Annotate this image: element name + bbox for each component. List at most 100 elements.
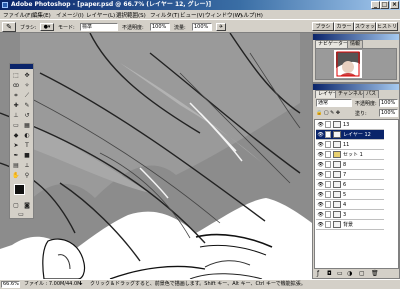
eye-icon[interactable]: 👁	[317, 182, 324, 188]
adjustment-layer-icon[interactable]: ◑	[347, 270, 352, 278]
layer-row[interactable]: 👁 6	[316, 180, 384, 190]
tab-paths[interactable]: パス	[363, 90, 380, 98]
link-cell[interactable]	[325, 201, 331, 208]
airbrush-icon[interactable]: ✈	[216, 23, 226, 31]
brush-tool-icon[interactable]: ✎	[22, 102, 32, 110]
history-brush-tool-icon[interactable]: ↺	[22, 112, 32, 120]
blur-tool-icon[interactable]: ◆	[11, 132, 21, 140]
slice-tool-icon[interactable]: ⟋	[22, 92, 32, 100]
lock-icons[interactable]: 🔒 ▢ ✎ ✥	[316, 110, 340, 116]
link-cell[interactable]	[325, 191, 331, 198]
eraser-tool-icon[interactable]: ▭	[11, 122, 21, 130]
pen-tool-icon[interactable]: ✒	[11, 152, 21, 160]
opacity-field[interactable]: 100%	[150, 23, 170, 31]
eye-icon[interactable]: 👁	[317, 132, 324, 138]
palette-well-history[interactable]: ヒストリー	[376, 22, 398, 31]
menu-filter[interactable]: フィルタ(T)	[150, 11, 180, 19]
layer-row[interactable]: 👁 13	[316, 120, 384, 130]
eye-icon[interactable]: 👁	[317, 162, 324, 168]
palette-well-swatches[interactable]: スウォッチ	[354, 22, 376, 31]
screen-mode-icon[interactable]: ▭	[16, 211, 26, 219]
link-cell[interactable]	[325, 121, 331, 128]
layer-row[interactable]: 👁 5	[316, 190, 384, 200]
notes-tool-icon[interactable]: ▤	[11, 162, 21, 170]
status-arrow-icon[interactable]: ▸	[80, 280, 83, 289]
layer-row[interactable]: 👁 7	[316, 170, 384, 180]
new-set-icon[interactable]: ▭	[337, 270, 343, 278]
menu-help[interactable]: ヘルプ(H)	[238, 11, 263, 19]
eyedropper-tool-icon[interactable]: ⟂	[22, 162, 32, 170]
menu-view[interactable]: ビュー(V)	[180, 11, 205, 19]
gradient-tool-icon[interactable]: ▦	[22, 122, 32, 130]
new-layer-icon[interactable]: ▢	[359, 270, 365, 278]
tab-navigator[interactable]: ナビゲーター	[315, 40, 352, 48]
zoom-tool-icon[interactable]: ⚲	[22, 172, 32, 180]
healing-brush-tool-icon[interactable]: ✚	[11, 102, 21, 110]
link-cell[interactable]	[325, 141, 331, 148]
clone-stamp-tool-icon[interactable]: ⊥	[11, 112, 21, 120]
layer-row[interactable]: 👁 3	[316, 210, 384, 220]
eye-icon[interactable]: 👁	[317, 122, 324, 128]
menu-file[interactable]: ファイル(F)	[3, 11, 32, 19]
foreground-color-swatch[interactable]	[14, 184, 25, 195]
brush-tool-preset-icon[interactable]: ✎	[2, 22, 16, 32]
link-cell[interactable]	[325, 181, 331, 188]
menu-select[interactable]: 選択範囲(S)	[116, 11, 146, 19]
tab-info[interactable]: 情報	[347, 40, 364, 48]
type-tool-icon[interactable]: T	[22, 142, 32, 150]
menu-window[interactable]: ウィンドウ(W)	[205, 11, 242, 19]
lasso-tool-icon[interactable]: ꝏ	[11, 82, 21, 90]
marquee-tool-icon[interactable]: ⬚	[11, 72, 21, 80]
move-tool-icon[interactable]: ✥	[22, 72, 32, 80]
standard-mode-icon[interactable]: ▢	[11, 202, 21, 210]
brush-cell-icon[interactable]	[325, 131, 331, 138]
flow-field[interactable]: 100%	[192, 23, 212, 31]
close-button[interactable]: ×	[390, 1, 399, 9]
link-cell[interactable]	[325, 171, 331, 178]
layer-row[interactable]: 👁 11	[316, 140, 384, 150]
layer-row-selected[interactable]: 👁 レイヤー 12	[316, 130, 384, 140]
menu-edit[interactable]: 編集(E)	[32, 11, 51, 19]
eye-icon[interactable]: 👁	[317, 152, 324, 158]
eye-icon[interactable]: 👁	[317, 172, 324, 178]
blend-mode-select[interactable]: 通常	[316, 99, 352, 107]
menu-layer[interactable]: レイヤー(L)	[86, 11, 115, 19]
maximize-button[interactable]: □	[380, 1, 389, 9]
palette-well-brush[interactable]: ブラシ	[312, 22, 334, 31]
menu-image[interactable]: イメージ(I)	[56, 11, 84, 19]
crop-tool-icon[interactable]: ⌗	[11, 92, 21, 100]
shape-tool-icon[interactable]: ■	[22, 152, 32, 160]
quick-mask-icon[interactable]: ◙	[22, 202, 32, 210]
link-cell[interactable]	[325, 211, 331, 218]
link-cell[interactable]	[325, 161, 331, 168]
layer-fill-field[interactable]: 100%	[379, 109, 398, 117]
tab-channels[interactable]: チャンネル	[335, 90, 366, 98]
eye-icon[interactable]: 👁	[317, 192, 324, 198]
link-cell[interactable]	[325, 151, 331, 158]
trash-icon[interactable]: 🗑	[371, 270, 379, 278]
link-cell[interactable]	[325, 221, 331, 228]
layer-set-row[interactable]: 👁 セット 1	[316, 150, 384, 160]
layer-row[interactable]: 👁 8	[316, 160, 384, 170]
layer-opacity-field[interactable]: 100%	[379, 99, 398, 107]
path-selection-tool-icon[interactable]: ➤	[11, 142, 21, 150]
hand-tool-icon[interactable]: ✋	[11, 172, 21, 180]
eye-icon[interactable]: 👁	[317, 142, 324, 148]
brush-picker[interactable]: ●▾	[40, 23, 54, 31]
navigator-thumbnail[interactable]	[334, 50, 362, 78]
mode-select[interactable]: 標準	[80, 23, 118, 31]
layer-style-icon[interactable]: ƒ	[317, 270, 319, 278]
eye-icon[interactable]: 👁	[317, 202, 324, 208]
eye-icon[interactable]: 👁	[317, 222, 324, 228]
eye-icon[interactable]: 👁	[317, 212, 324, 218]
minimize-button[interactable]: _	[371, 1, 380, 9]
document-canvas[interactable]	[0, 33, 312, 279]
magic-wand-tool-icon[interactable]: ✧	[22, 82, 32, 90]
zoom-field[interactable]: 66.6%	[1, 281, 20, 288]
layer-row[interactable]: 👁 4	[316, 200, 384, 210]
artwork-illustration[interactable]	[0, 33, 312, 279]
dodge-tool-icon[interactable]: ◐	[22, 132, 32, 140]
layer-row-background[interactable]: 👁 背景	[316, 220, 384, 230]
palette-well-color[interactable]: カラー	[334, 22, 354, 31]
layer-mask-icon[interactable]: ◘	[327, 270, 332, 278]
